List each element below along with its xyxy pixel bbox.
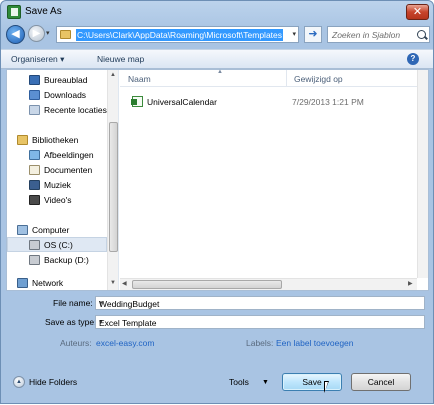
sort-up-icon: ▲	[217, 69, 223, 75]
sidebar-item-computer[interactable]: Computer	[7, 223, 107, 238]
save-button[interactable]: Save	[282, 373, 342, 391]
column-date-modified[interactable]: Gewijzigd op	[294, 74, 343, 84]
search-icon[interactable]	[417, 30, 426, 39]
sidebar-item-desktop[interactable]: Bureaublad	[7, 73, 107, 88]
file-list: ▲ Naam Gewijzigd op UniversalCalendar 7/…	[120, 69, 428, 290]
sidebar-item-documents[interactable]: Documenten	[7, 163, 107, 178]
forward-button[interactable]: ▶	[28, 25, 45, 42]
sidebar-scroll-thumb[interactable]	[109, 122, 118, 252]
new-folder-button[interactable]: Nieuwe map	[97, 54, 144, 64]
desktop-icon	[29, 75, 40, 85]
file-name-input[interactable]: WeddingBudget ▾	[95, 296, 425, 310]
save-form: File name: WeddingBudget ▾ Save as type:…	[1, 293, 433, 405]
sidebar-item-libraries[interactable]: Bibliotheken	[7, 133, 107, 148]
window-title: Save As	[25, 6, 62, 17]
music-icon	[29, 180, 40, 190]
sidebar-item-recent-places[interactable]: Recente locaties	[7, 103, 107, 118]
sidebar-item-network[interactable]: Network	[7, 276, 107, 290]
column-name[interactable]: Naam	[128, 74, 151, 84]
search-placeholder: Zoeken in Sjablon	[332, 30, 401, 40]
chevron-down-icon[interactable]: ▼	[262, 379, 269, 386]
computer-icon	[17, 225, 28, 235]
scroll-up-icon[interactable]: ▲	[110, 72, 116, 78]
authors-label: Auteurs:	[60, 338, 92, 348]
excel-app-icon	[7, 5, 21, 19]
save-as-dialog: Save As ✕ ◀ ▶ ▾ C:\Users\Clark\AppData\R…	[0, 0, 434, 404]
sidebar-item-backup-d[interactable]: Backup (D:)	[7, 253, 107, 268]
title-bar: Save As ✕	[1, 1, 433, 23]
folder-icon	[60, 30, 71, 39]
recent-pages-dropdown[interactable]: ▾	[46, 29, 50, 37]
save-type-label: Save as type:	[45, 317, 97, 327]
file-list-horizontal-scrollbar[interactable]: ◀ ▶	[120, 278, 417, 290]
close-button[interactable]: ✕	[406, 4, 429, 20]
chevron-up-icon: ▲	[13, 376, 25, 388]
sidebar-item-music[interactable]: Muziek	[7, 178, 107, 193]
organize-button[interactable]: Organiseren ▾	[11, 54, 64, 65]
network-icon	[17, 278, 28, 288]
downloads-icon	[29, 90, 40, 100]
navigation-bar: ◀ ▶ ▾ C:\Users\Clark\AppData\Roaming\Mic…	[1, 23, 433, 45]
scroll-left-icon[interactable]: ◀	[122, 280, 127, 287]
file-list-vertical-scrollbar[interactable]	[417, 70, 428, 278]
excel-file-icon	[131, 96, 143, 107]
command-toolbar: Organiseren ▾ Nieuwe map ?	[1, 49, 433, 69]
column-header-row: ▲ Naam Gewijzigd op	[120, 69, 418, 87]
pictures-icon	[29, 150, 40, 160]
libraries-icon	[17, 135, 28, 145]
sidebar-scrollbar[interactable]: ▲ ▼	[107, 70, 118, 290]
help-icon[interactable]: ?	[407, 53, 419, 65]
mouse-cursor-icon	[324, 381, 329, 393]
recent-places-icon	[29, 105, 40, 115]
browser-panel: Bureaublad Downloads Recente locaties Bi…	[6, 69, 429, 291]
address-path[interactable]: C:\Users\Clark\AppData\Roaming\Microsoft…	[76, 29, 284, 41]
back-button[interactable]: ◀	[6, 25, 25, 44]
documents-icon	[29, 165, 40, 175]
sidebar-item-pictures[interactable]: Afbeeldingen	[7, 148, 107, 163]
file-date: 7/29/2013 1:21 PM	[292, 97, 364, 107]
search-input[interactable]: Zoeken in Sjablon	[327, 26, 430, 43]
scroll-right-icon[interactable]: ▶	[408, 280, 413, 287]
videos-icon	[29, 195, 40, 205]
sidebar-item-videos[interactable]: Video's	[7, 193, 107, 208]
sidebar-item-downloads[interactable]: Downloads	[7, 88, 107, 103]
authors-link[interactable]: excel-easy.com	[96, 338, 154, 348]
file-name-dropdown-icon[interactable]: ▾	[99, 299, 421, 307]
scroll-down-icon[interactable]: ▼	[110, 280, 116, 286]
drive-icon	[29, 240, 40, 250]
hide-folders-label: Hide Folders	[29, 377, 78, 387]
file-name-label: File name:	[53, 298, 93, 308]
horizontal-scroll-thumb[interactable]	[132, 280, 282, 289]
address-dropdown[interactable]: ▾	[292, 30, 296, 38]
sidebar-item-os-c[interactable]: OS (C:)	[7, 237, 107, 252]
save-type-dropdown-icon[interactable]: ▾	[99, 318, 421, 326]
file-row[interactable]: UniversalCalendar 7/29/2013 1:21 PM	[120, 94, 410, 109]
navigation-pane: Bureaublad Downloads Recente locaties Bi…	[7, 70, 119, 290]
cancel-button[interactable]: Cancel	[351, 373, 411, 391]
go-button[interactable]: ➜	[304, 26, 322, 43]
column-separator[interactable]	[286, 70, 287, 87]
save-type-select[interactable]: Excel Template ▾	[95, 315, 425, 329]
labels-label: Labels:	[246, 338, 274, 348]
labels-link[interactable]: Een label toevoegen	[276, 338, 354, 348]
address-bar[interactable]: C:\Users\Clark\AppData\Roaming\Microsoft…	[56, 26, 299, 43]
tools-button[interactable]: Tools	[229, 377, 249, 387]
file-name: UniversalCalendar	[147, 97, 217, 107]
drive-icon	[29, 255, 40, 265]
